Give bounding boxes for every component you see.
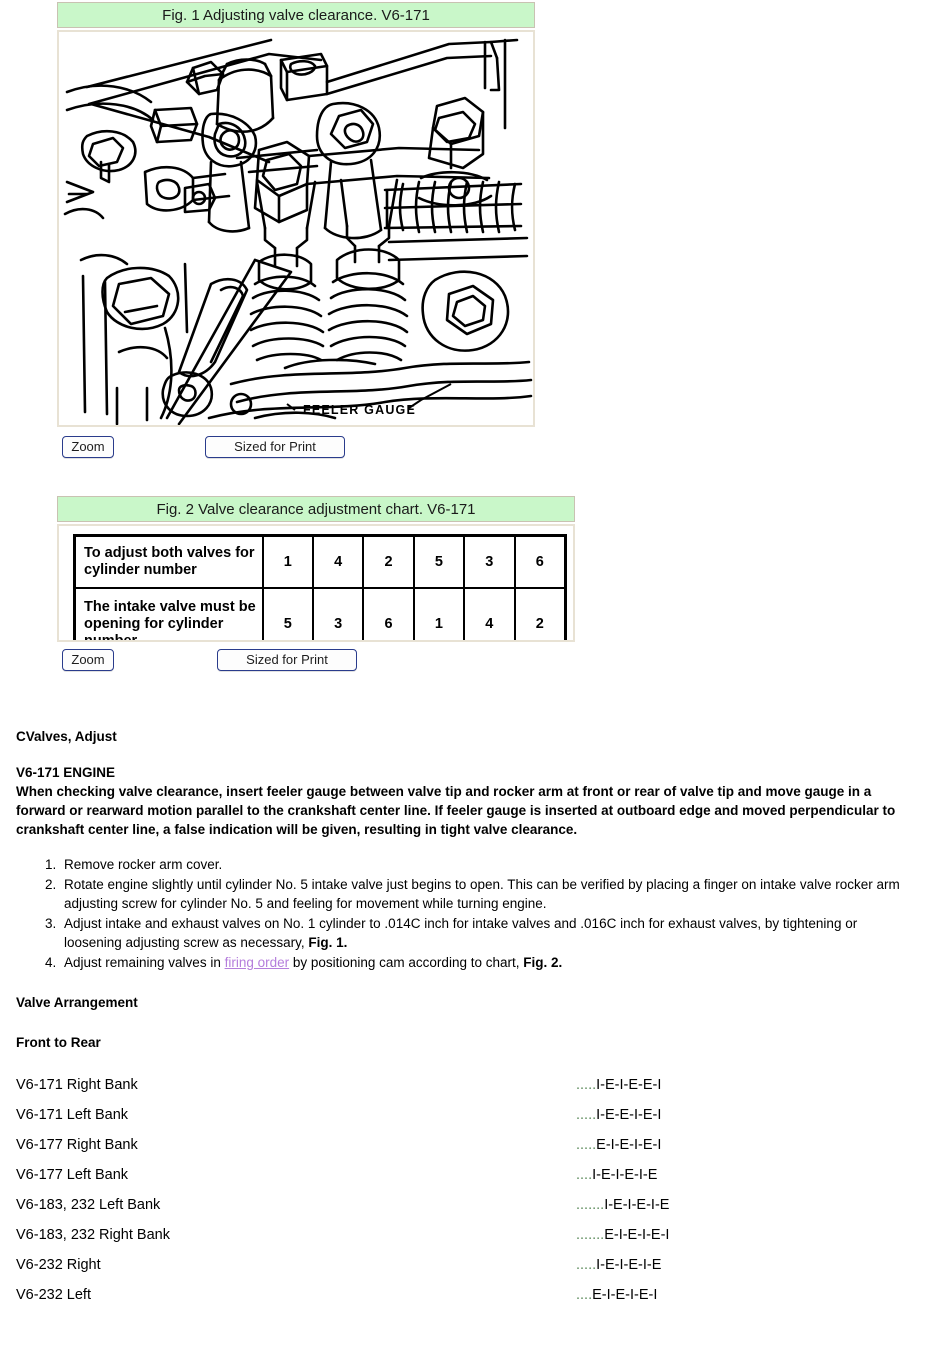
figure-2-zoom-button[interactable]: Zoom (62, 649, 114, 671)
table-row: The intake valve must be opening for cyl… (73, 587, 567, 640)
valve-arrangement-row: V6-232 Left ....E-I-E-I-E-I (16, 1280, 916, 1310)
procedure-step: Adjust remaining valves in firing order … (60, 953, 916, 972)
step-text: Adjust remaining valves in (64, 955, 225, 970)
dot-leader: ..... (576, 1107, 597, 1123)
chart-cell: 2 (513, 587, 567, 640)
valve-sequence: I-E-I-E-I-E (592, 1167, 658, 1183)
step-text: Rotate engine slightly until cylinder No… (64, 877, 900, 911)
chart-cell: 1 (412, 587, 466, 640)
valve-arrangement-label: V6-183, 232 Right Bank (16, 1227, 170, 1243)
valve-sequence: I-E-E-I-E-I (596, 1107, 662, 1123)
chart-row-label: To adjust both valves for cylinder numbe… (73, 534, 264, 589)
valve-arrangement-value: .....I-E-E-I-E-I (576, 1100, 661, 1130)
valve-arrangement-row: V6-177 Right Bank .....E-I-E-I-E-I (16, 1130, 916, 1160)
figure-1-sized-for-print-button[interactable]: Sized for Print (205, 436, 345, 458)
chart-cell: 6 (513, 534, 567, 589)
dot-leader: .... (576, 1167, 593, 1183)
chart-row-label: The intake valve must be opening for cyl… (73, 587, 264, 640)
step-figure-reference: Fig. 2. (523, 955, 563, 970)
topic-title: CValves, Adjust (16, 729, 117, 744)
valve-sequence: E-I-E-I-E-I (604, 1227, 670, 1243)
valve-arrangement-row: V6-232 Right .....I-E-I-E-I-E (16, 1250, 916, 1280)
engine-valve-train-illustration: FEELER GAUGE (59, 32, 533, 425)
figure-1-button-row: Zoom Sized for Print (62, 436, 542, 458)
figure-1-image[interactable]: FEELER GAUGE (59, 32, 533, 425)
valve-arrangement-list: V6-171 Right Bank .....I-E-I-E-E-I V6-171 … (16, 1070, 916, 1310)
valve-arrangement-row: V6-171 Right Bank .....I-E-I-E-E-I (16, 1070, 916, 1100)
figure-2-image[interactable]: To adjust both valves for cylinder numbe… (59, 526, 573, 640)
valve-sequence: I-E-I-E-I-E (604, 1197, 670, 1213)
procedure-steps-list: Remove rocker arm cover. Rotate engine sl… (16, 855, 916, 972)
valve-arrangement-label: V6-183, 232 Left Bank (16, 1197, 161, 1213)
engine-heading: V6-171 ENGINE (16, 765, 116, 780)
valve-arrangement-label: V6-171 Left Bank (16, 1107, 129, 1123)
valve-arrangement-heading: Valve Arrangement (16, 995, 138, 1010)
valve-arrangement-value: .......I-E-I-E-I-E (576, 1190, 669, 1220)
chart-cell: 1 (261, 534, 315, 589)
valve-arrangement-row: V6-171 Left Bank .....I-E-E-I-E-I (16, 1100, 916, 1130)
procedure-step: Remove rocker arm cover. (60, 855, 916, 874)
valve-sequence: I-E-I-E-I-E (596, 1257, 662, 1273)
figure-1-block: Fig. 1 Adjusting valve clearance. V6-171 (57, 2, 535, 427)
figure-2-sized-for-print-button[interactable]: Sized for Print (217, 649, 357, 671)
firing-order-link[interactable]: firing order (225, 955, 290, 970)
figure-2-caption: Fig. 2 Valve clearance adjustment chart.… (57, 496, 575, 522)
valve-sequence: E-I-E-I-E-I (592, 1287, 658, 1303)
valve-arrangement-label: V6-232 Right (16, 1257, 101, 1273)
table-row: To adjust both valves for cylinder numbe… (73, 534, 567, 589)
valve-clearance-chart-table: To adjust both valves for cylinder numbe… (73, 534, 567, 640)
document-content: CValves, Adjust V6-171 ENGINE When check… (16, 728, 916, 1310)
dot-leader: .... (576, 1287, 593, 1303)
chart-cell: 4 (463, 587, 516, 640)
svg-text:FEELER GAUGE: FEELER GAUGE (303, 403, 416, 417)
step-text: Adjust intake and exhaust valves on No. … (64, 916, 858, 950)
valve-arrangement-label: V6-177 Left Bank (16, 1167, 129, 1183)
step-text: by positioning cam according to chart, (289, 955, 524, 970)
valve-arrangement-value: .......E-I-E-I-E-I (576, 1220, 669, 1250)
valve-arrangement-label: V6-171 Right Bank (16, 1077, 138, 1093)
chart-cell: 5 (261, 587, 315, 640)
figure-2-button-row: Zoom Sized for Print (62, 649, 542, 671)
dot-leader: ..... (576, 1257, 597, 1273)
chart-cell: 2 (362, 534, 415, 589)
step-text: Remove rocker arm cover. (64, 857, 223, 872)
chart-cell: 5 (412, 534, 466, 589)
figure-1-frame: FEELER GAUGE (57, 30, 535, 427)
valve-arrangement-row: V6-183, 232 Right Bank .......E-I-E-I-E-I (16, 1220, 916, 1250)
procedure-step: Adjust intake and exhaust valves on No. … (60, 914, 916, 952)
dot-leader: ..... (576, 1137, 597, 1153)
valve-arrangement-value: .....E-I-E-I-E-I (576, 1130, 661, 1160)
dot-leader: ..... (576, 1077, 597, 1093)
intro-paragraph: When checking valve clearance, insert fe… (16, 784, 896, 837)
chart-cell: 3 (312, 587, 365, 640)
front-to-rear-heading: Front to Rear (16, 1035, 101, 1050)
valve-arrangement-value: ....I-E-I-E-I-E (576, 1160, 657, 1190)
valve-arrangement-label: V6-232 Left (16, 1287, 91, 1303)
valve-sequence: E-I-E-I-E-I (596, 1137, 662, 1153)
valve-sequence: I-E-I-E-E-I (596, 1077, 662, 1093)
valve-arrangement-row: V6-183, 232 Left Bank .......I-E-I-E-I-E (16, 1190, 916, 1220)
chart-cell: 3 (463, 534, 516, 589)
chart-cell: 6 (362, 587, 415, 640)
valve-arrangement-label: V6-177 Right Bank (16, 1137, 138, 1153)
figure-2-block: Fig. 2 Valve clearance adjustment chart.… (57, 496, 575, 642)
chart-cell: 4 (312, 534, 365, 589)
valve-arrangement-value: .....I-E-I-E-E-I (576, 1070, 661, 1100)
figure-2-frame: To adjust both valves for cylinder numbe… (57, 524, 575, 642)
step-figure-reference: Fig. 1. (308, 935, 348, 950)
valve-arrangement-row: V6-177 Left Bank ....I-E-I-E-I-E (16, 1160, 916, 1190)
valve-arrangement-value: .....I-E-I-E-I-E (576, 1250, 661, 1280)
figure-1-zoom-button[interactable]: Zoom (62, 436, 114, 458)
dot-leader: ....... (576, 1197, 605, 1213)
figure-1-caption: Fig. 1 Adjusting valve clearance. V6-171 (57, 2, 535, 28)
procedure-step: Rotate engine slightly until cylinder No… (60, 875, 916, 913)
dot-leader: ....... (576, 1227, 605, 1243)
valve-arrangement-value: ....E-I-E-I-E-I (576, 1280, 657, 1310)
